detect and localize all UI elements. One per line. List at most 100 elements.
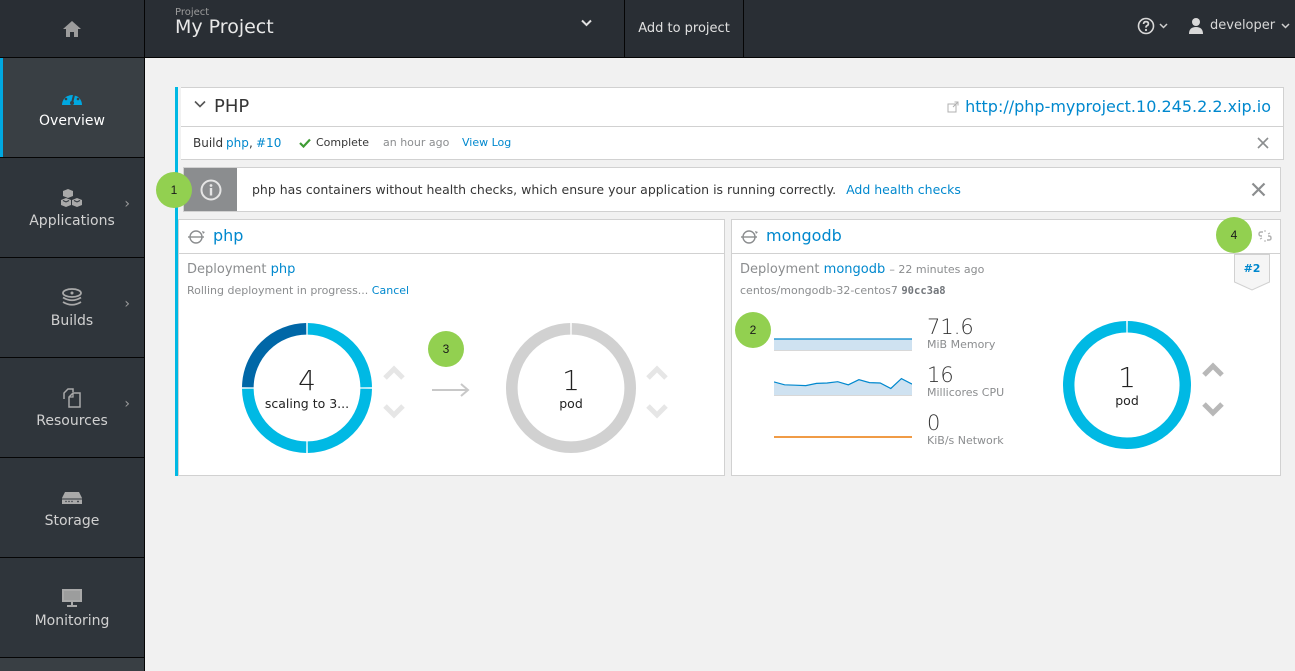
cubes-icon xyxy=(61,188,82,207)
rolling-status: Rolling deployment in progress... xyxy=(187,284,369,297)
external-link-icon xyxy=(947,101,959,112)
copy-files-icon xyxy=(63,387,81,408)
health-check-alert: php has containers without health checks… xyxy=(183,167,1281,212)
sidebar-item-overview[interactable]: Overview xyxy=(0,58,144,158)
deployment-link[interactable]: mongodb xyxy=(824,262,886,277)
sidebar-item-label: Resources xyxy=(36,412,108,429)
arrow-right-icon xyxy=(432,383,470,397)
alert-message: php has containers without health checks… xyxy=(252,182,837,197)
chevron-down-icon[interactable] xyxy=(194,100,206,108)
project-switcher[interactable]: Project My Project xyxy=(145,0,625,57)
sparkline-area xyxy=(774,339,912,350)
build-status-row: Build php , #10 Complete an hour ago Vie… xyxy=(181,127,1284,160)
pod-count: 1 xyxy=(1118,360,1136,394)
callout-badge: 2 xyxy=(735,312,771,348)
scale-up-button[interactable] xyxy=(382,364,406,382)
layers-icon xyxy=(62,287,82,306)
dashboard-gauge-icon xyxy=(62,90,82,105)
deployment-config-icon xyxy=(188,230,205,244)
username: developer xyxy=(1210,18,1276,33)
network-sparkline xyxy=(774,436,912,438)
metric-value: 0 xyxy=(927,411,941,435)
build-number-link[interactable]: #10 xyxy=(256,136,281,150)
sidebar-item-resources[interactable]: Resources › xyxy=(0,358,144,458)
memory-metric: 71.6 MiB Memory xyxy=(927,316,995,351)
deployment-config-name[interactable]: php xyxy=(213,226,243,245)
network-metric: 0 KiB/s Network xyxy=(927,412,1004,447)
build-config-link[interactable]: php xyxy=(226,136,249,150)
top-navbar: Project My Project Add to project develo… xyxy=(0,0,1295,58)
chevron-down-icon xyxy=(581,19,592,27)
scale-up-button[interactable] xyxy=(1201,361,1225,379)
sidebar-item-label: Storage xyxy=(44,512,100,529)
build-status: Complete xyxy=(316,136,370,149)
chevron-down-icon xyxy=(1281,22,1290,29)
deployment-config-name[interactable]: mongodb xyxy=(766,226,842,245)
metric-value: 71.6 xyxy=(927,315,974,339)
sidebar-item-storage[interactable]: Storage xyxy=(0,458,144,558)
callout-badge: 4 xyxy=(1216,217,1252,253)
home-button[interactable] xyxy=(0,0,145,57)
sidebar-item-label: Applications xyxy=(29,212,115,229)
chevron-right-icon: › xyxy=(124,296,130,312)
scale-down-button[interactable] xyxy=(382,402,406,420)
callout-badge: 3 xyxy=(428,331,464,367)
metric-label: Millicores CPU xyxy=(927,386,1005,399)
deployment-link[interactable]: php xyxy=(271,262,296,277)
home-icon xyxy=(63,20,81,37)
metric-label: MiB Memory xyxy=(927,338,996,351)
pod-label: pod xyxy=(1115,392,1139,408)
service-group-title: PHP xyxy=(214,96,250,117)
deployment-age: – 22 minutes ago xyxy=(889,263,985,276)
cancel-deployment-link[interactable]: Cancel xyxy=(372,284,409,297)
service-group-header: PHP http://php-myproject.10.245.2.2.xip.… xyxy=(181,87,1284,127)
chevron-right-icon: › xyxy=(124,396,130,412)
monitor-icon xyxy=(62,588,82,607)
hard-drive-icon xyxy=(62,491,82,504)
container-image: centos/mongodb-32-centos7 xyxy=(740,284,898,297)
help-menu[interactable] xyxy=(1137,17,1168,35)
sparkline-area xyxy=(774,378,912,395)
new-pods-donut: 1 pod xyxy=(505,322,637,454)
sidebar-item-monitoring[interactable]: Monitoring xyxy=(0,558,144,658)
metric-label: KiB/s Network xyxy=(927,434,1004,447)
chevron-down-icon xyxy=(1159,23,1168,29)
scale-down-button[interactable] xyxy=(645,402,669,420)
sidebar-nav: Overview Applications › Builds › Resourc… xyxy=(0,58,145,671)
pod-label: pod xyxy=(559,395,583,411)
scale-down-button[interactable] xyxy=(1201,400,1225,418)
route-url: http://php-myproject.10.245.2.2.xip.io xyxy=(965,97,1271,116)
sidebar-item-label: Builds xyxy=(50,312,94,329)
memory-sparkline xyxy=(774,338,912,351)
deployment-prefix: Deployment xyxy=(740,262,820,277)
callout-badge: 1 xyxy=(156,172,192,208)
user-icon xyxy=(1189,18,1203,34)
pod-count: 4 xyxy=(298,363,316,397)
deployment-prefix: Deployment xyxy=(187,262,267,277)
deployment-number: #2 xyxy=(1243,262,1261,275)
close-icon[interactable] xyxy=(1251,182,1266,197)
sidebar-item-applications[interactable]: Applications › xyxy=(0,158,144,258)
pod-label: scaling to 3... xyxy=(264,395,350,411)
scale-up-button[interactable] xyxy=(645,364,669,382)
unlink-icon[interactable] xyxy=(1258,229,1272,243)
close-icon[interactable] xyxy=(1257,137,1269,149)
info-icon xyxy=(200,179,221,200)
pod-count: 1 xyxy=(562,363,580,397)
add-health-checks-link[interactable]: Add health checks xyxy=(846,182,961,197)
metric-value: 16 xyxy=(927,363,954,387)
sidebar-item-builds[interactable]: Builds › xyxy=(0,258,144,358)
cpu-metric: 16 Millicores CPU xyxy=(927,364,1004,399)
route-link[interactable]: http://php-myproject.10.245.2.2.xip.io xyxy=(947,97,1271,116)
sidebar-item-label: Monitoring xyxy=(34,612,110,629)
deployment-card-mongodb: mongodb Deployment mongodb – 22 minutes … xyxy=(731,219,1281,476)
build-prefix: Build xyxy=(193,136,224,150)
add-to-project-button[interactable]: Add to project xyxy=(625,0,744,57)
view-log-link[interactable]: View Log xyxy=(462,136,511,149)
deployment-number-badge[interactable]: #2 xyxy=(1234,254,1270,291)
checkmark-icon xyxy=(299,138,311,148)
question-circle-icon xyxy=(1137,17,1155,35)
sidebar-item-label: Overview xyxy=(39,112,105,129)
old-pods-donut: 4 scaling to 3... xyxy=(241,322,373,454)
user-menu[interactable]: developer xyxy=(1188,17,1290,34)
